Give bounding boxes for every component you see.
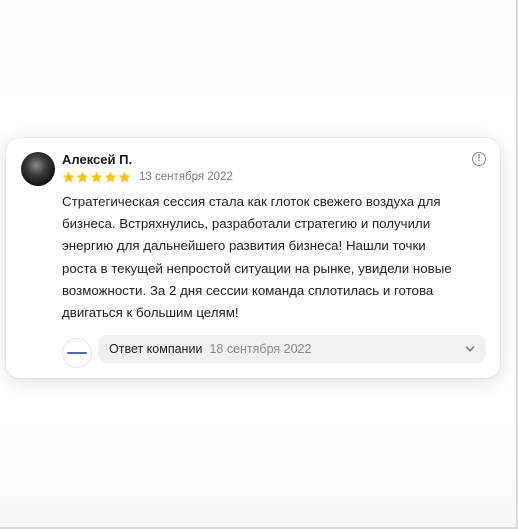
star-icon [62,171,75,184]
star-icon [104,171,117,184]
company-reply-toggle[interactable]: Ответ компании 18 сентября 2022 [98,335,486,363]
review-card: Алексей П. 13 сентября 2022 ! Стратегиче… [6,138,500,378]
chevron-down-icon [465,346,475,352]
star-icon [76,171,89,184]
rating-row: 13 сентября 2022 [62,169,233,185]
star-icon [118,171,131,184]
reply-label: Ответ компании [109,342,203,356]
star-icon [90,171,103,184]
review-text-line: энергию для дальнейшего развития бизнеса… [62,238,426,254]
review-text-line: роста в текущей непростой ситуации на ры… [62,260,452,276]
review-text: Стратегическая сессия стала как глоток с… [62,191,488,324]
avatar[interactable] [21,152,55,186]
review-text-line: двигаться к большим целям! [62,305,239,321]
info-icon[interactable]: ! [472,152,486,166]
review-text-line: бизнеса. Встряхнулись, разработали страт… [62,216,431,232]
author-name[interactable]: Алексей П. [62,152,132,167]
review-text-line: Стратегическая сессия стала как глоток с… [62,194,441,209]
reply-date: 18 сентября 2022 [209,342,312,356]
review-text-line: возможности. За 2 дня сессии команда спл… [62,282,434,298]
company-logo [63,339,91,367]
star-rating [62,171,131,184]
review-date: 13 сентября 2022 [139,171,233,183]
